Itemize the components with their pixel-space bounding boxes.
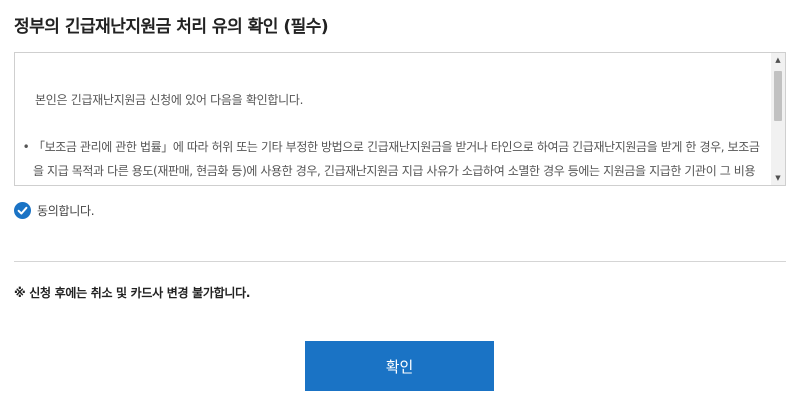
page-title: 정부의 긴급재난지원금 처리 유의 확인 (필수) xyxy=(14,17,329,37)
agree-checkbox[interactable]: 동의합니다. xyxy=(14,200,95,220)
terms-content: 본인은 긴급재난지원금 신청에 있어 다음을 확인합니다. • 「보조금 관리에… xyxy=(15,53,771,185)
scroll-up-icon[interactable]: ▲ xyxy=(771,53,785,67)
terms-item: • 「보조금 관리에 관한 법률」에 따라 허위 또는 기타 부정한 방법으로 … xyxy=(21,135,763,185)
notice-text: ※ 신청 후에는 취소 및 카드사 변경 불가합니다. xyxy=(14,286,251,300)
divider xyxy=(14,261,786,262)
consent-page: 정부의 긴급재난지원금 처리 유의 확인 (필수) 본인은 긴급재난지원금 신청… xyxy=(0,0,800,409)
confirm-button[interactable]: 확인 xyxy=(305,341,494,391)
scroll-thumb[interactable] xyxy=(774,71,782,121)
scrollbar[interactable]: ▲ ▼ xyxy=(771,53,785,185)
check-circle-icon[interactable] xyxy=(14,201,31,219)
scroll-down-icon[interactable]: ▼ xyxy=(771,171,785,185)
bullet-icon: • xyxy=(22,140,30,154)
terms-box[interactable]: 본인은 긴급재난지원금 신청에 있어 다음을 확인합니다. • 「보조금 관리에… xyxy=(14,52,786,186)
terms-intro: 본인은 긴급재난지원금 신청에 있어 다음을 확인합니다. xyxy=(35,93,304,107)
agree-label: 동의합니다. xyxy=(37,203,95,218)
terms-item-text: 「보조금 관리에 관한 법률」에 따라 허위 또는 기타 부정한 방법으로 긴급… xyxy=(33,140,760,178)
